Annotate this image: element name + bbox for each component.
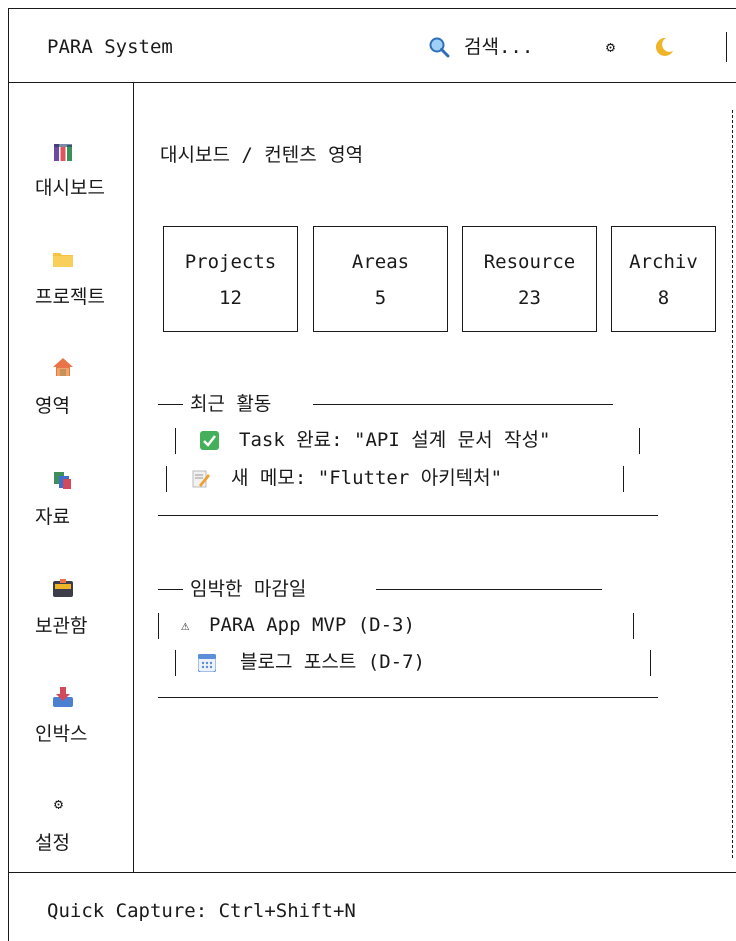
activity-text: Task 완료: "API 설계 문서 작성" [239,429,551,451]
row-border [633,613,634,639]
sidebar-item-label: 보관함 [35,615,88,637]
row-border [650,650,651,676]
sidebar-item-label: 프로젝트 [35,286,105,308]
deadlines-title: 임박한 마감일 [190,578,307,600]
section-bottom-rule [158,697,658,698]
bar-chart-icon [53,142,73,162]
row-border [175,650,176,676]
section-rule [158,404,183,405]
sidebar-item-label: 자료 [35,506,70,528]
breadcrumb: 대시보드 / 컨텐츠 영역 [160,144,364,166]
memo-icon [191,469,211,489]
section-rule [158,589,183,590]
row-border [166,466,167,492]
deadline-text: PARA App MVP (D-3) [209,614,415,636]
stat-card-areas[interactable]: Areas 5 [313,226,448,332]
quick-capture-hint: Quick Capture: Ctrl+Shift+N [47,900,356,922]
sidebar-item-label: 대시보드 [35,177,105,199]
recent-activity-title: 최근 활동 [190,393,272,415]
house-icon [52,356,74,378]
stat-value: 23 [518,287,541,309]
section-rule [313,404,613,405]
stat-card-resources[interactable]: Resource 23 [462,226,597,332]
section-rule [376,589,602,590]
stat-label: Resource [483,251,576,273]
archive-box-icon [52,578,74,598]
header-right-border [726,32,727,62]
search-icon [428,36,450,58]
folder-icon [52,250,74,268]
app-title: PARA System [47,36,173,58]
left-border [8,8,9,941]
row-border [623,466,624,492]
sidebar-item-label: 영역 [35,395,70,417]
warning-icon: ⚠ [181,618,190,634]
footer-divider [8,872,736,873]
check-box-icon [200,431,219,450]
sidebar-divider [133,82,134,872]
books-icon [53,470,73,490]
inbox-tray-icon [52,686,74,708]
row-border [639,428,640,454]
stat-label: Archiv [629,251,698,273]
stat-value: 5 [374,287,387,309]
sidebar-item-label: 인박스 [35,723,88,745]
row-border [175,428,176,454]
sidebar-item-label: 설정 [35,832,70,854]
gear-icon: ⚙ [54,795,64,813]
search-placeholder: 검색... [464,36,534,58]
stat-label: Areas [351,251,410,273]
top-border [8,8,736,9]
main-right-border [732,110,733,858]
section-bottom-rule [158,515,658,516]
activity-text: 새 메모: "Flutter 아키텍처" [231,467,503,489]
row-border [158,613,159,639]
deadline-text: 블로그 포스트 (D-7) [240,651,425,673]
stat-value: 8 [657,287,670,309]
theme-moon-icon[interactable] [652,35,676,59]
stat-card-archive[interactable]: Archiv 8 [611,226,716,332]
calendar-icon [197,653,217,673]
settings-gear-icon[interactable]: ⚙ [606,40,615,55]
header-divider [8,82,736,83]
search-box[interactable]: 검색... [428,34,588,60]
stat-label: Projects [184,251,277,273]
stat-card-projects[interactable]: Projects 12 [163,226,298,332]
stat-value: 12 [219,287,242,309]
